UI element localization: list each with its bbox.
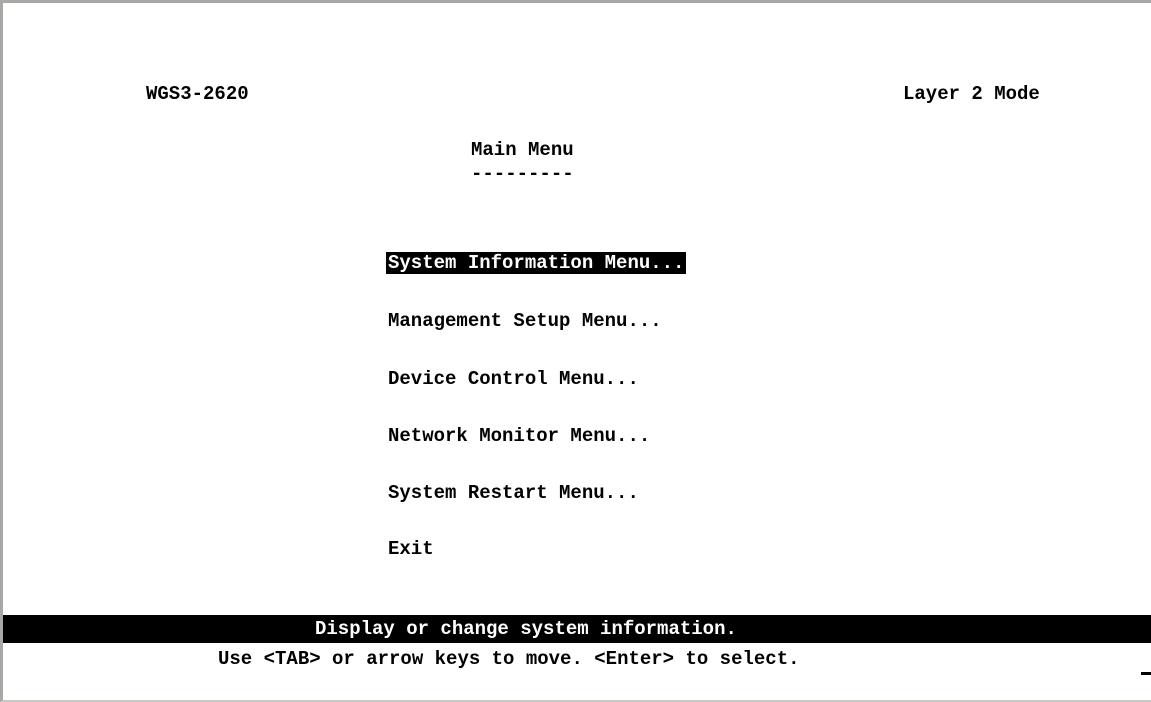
menu-item-system-restart[interactable]: System Restart Menu... — [388, 482, 639, 504]
status-bar: Display or change system information. — [3, 615, 1151, 643]
switch-mode: Layer 2 Mode — [903, 83, 1040, 105]
text-cursor — [1141, 672, 1151, 675]
menu-item-management-setup[interactable]: Management Setup Menu... — [388, 310, 662, 332]
help-line: Use <TAB> or arrow keys to move. <Enter>… — [218, 648, 800, 670]
menu-item-network-monitor[interactable]: Network Monitor Menu... — [388, 425, 650, 447]
terminal-screen: WGS3-2620 Layer 2 Mode Main Menu -------… — [0, 0, 1151, 702]
menu-title: Main Menu — [471, 139, 574, 161]
menu-title-underline: --------- — [471, 163, 574, 185]
status-description: Display or change system information. — [315, 618, 737, 640]
menu-item-exit[interactable]: Exit — [388, 538, 434, 560]
device-model: WGS3-2620 — [146, 83, 249, 105]
menu-item-device-control[interactable]: Device Control Menu... — [388, 368, 639, 390]
menu-item-system-information[interactable]: System Information Menu... — [386, 252, 687, 274]
